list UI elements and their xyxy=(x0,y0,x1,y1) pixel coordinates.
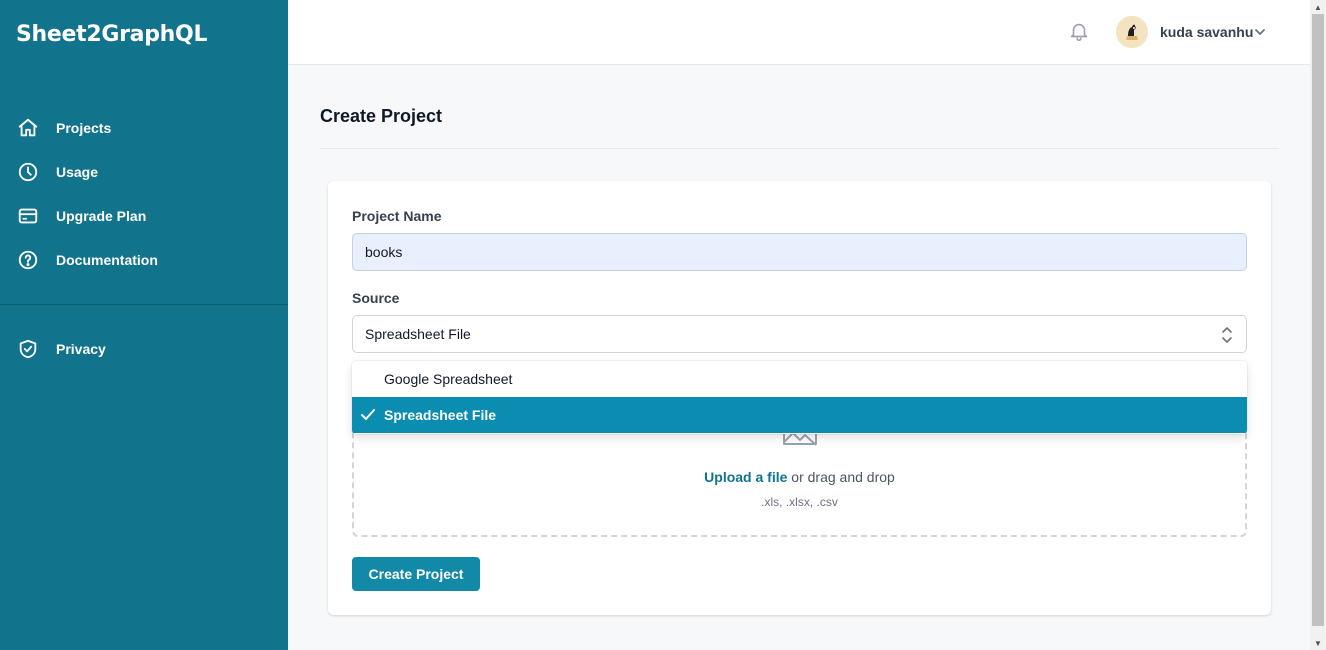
upload-instructions: Upload a file or drag and drop xyxy=(354,469,1245,485)
home-icon xyxy=(16,116,40,140)
sidebar-item-label: Privacy xyxy=(56,341,106,357)
chevron-down-icon[interactable] xyxy=(1252,24,1268,40)
source-select[interactable]: Spreadsheet File xyxy=(352,315,1247,353)
question-circle-icon xyxy=(16,248,40,272)
source-dropdown-menu: Google Spreadsheet Spreadsheet File xyxy=(352,361,1247,434)
sidebar-item-usage[interactable]: Usage xyxy=(0,150,288,194)
option-label: Spreadsheet File xyxy=(384,407,497,423)
scroll-down-arrow[interactable]: ▼ xyxy=(1310,636,1326,650)
bell-icon[interactable] xyxy=(1068,20,1092,44)
create-project-button[interactable]: Create Project xyxy=(352,557,480,591)
brand-logo[interactable]: Sheet2GraphQL xyxy=(16,22,207,47)
topbar: kuda savanhu xyxy=(288,0,1310,65)
page-scrollbar[interactable]: ▲ ▼ xyxy=(1310,0,1326,650)
selector-icon xyxy=(1220,325,1234,345)
project-name-input[interactable] xyxy=(352,233,1247,271)
sidebar-item-label: Documentation xyxy=(56,252,158,268)
page-title: Create Project xyxy=(320,106,443,126)
user-name[interactable]: kuda savanhu xyxy=(1160,24,1253,40)
source-select-value: Spreadsheet File xyxy=(365,326,471,342)
project-name-label: Project Name xyxy=(352,208,442,224)
avatar[interactable] xyxy=(1116,16,1148,48)
accepted-file-types: .xls, .xlsx, .csv xyxy=(761,495,838,509)
upload-rest-text: or drag and drop xyxy=(787,469,895,485)
sidebar-nav: Projects Usage Upgrade Plan Documentatio… xyxy=(0,106,288,282)
sidebar-item-documentation[interactable]: Documentation xyxy=(0,238,288,282)
scroll-thumb[interactable] xyxy=(1312,14,1324,626)
check-icon xyxy=(360,408,376,422)
sidebar-secondary-nav: Privacy xyxy=(0,327,288,371)
source-label: Source xyxy=(352,290,400,306)
sidebar-item-projects[interactable]: Projects xyxy=(0,106,288,150)
sidebar-item-privacy[interactable]: Privacy xyxy=(0,327,288,371)
title-divider xyxy=(320,148,1279,149)
credit-card-icon xyxy=(16,204,40,228)
sidebar: Sheet2GraphQL Projects Usage Upgrade Pla… xyxy=(0,0,288,650)
sidebar-divider xyxy=(0,304,288,305)
source-option-google-spreadsheet[interactable]: Google Spreadsheet xyxy=(352,361,1247,397)
scroll-up-arrow[interactable]: ▲ xyxy=(1310,0,1326,14)
sidebar-item-label: Usage xyxy=(56,164,99,180)
upload-file-link[interactable]: Upload a file xyxy=(704,469,787,485)
sidebar-item-upgrade-plan[interactable]: Upgrade Plan xyxy=(0,194,288,238)
shield-check-icon xyxy=(16,337,40,361)
option-label: Google Spreadsheet xyxy=(384,371,513,387)
source-option-spreadsheet-file[interactable]: Spreadsheet File xyxy=(352,397,1247,433)
clock-icon xyxy=(16,160,40,184)
sidebar-item-label: Projects xyxy=(56,120,112,136)
sidebar-item-label: Upgrade Plan xyxy=(56,208,147,224)
